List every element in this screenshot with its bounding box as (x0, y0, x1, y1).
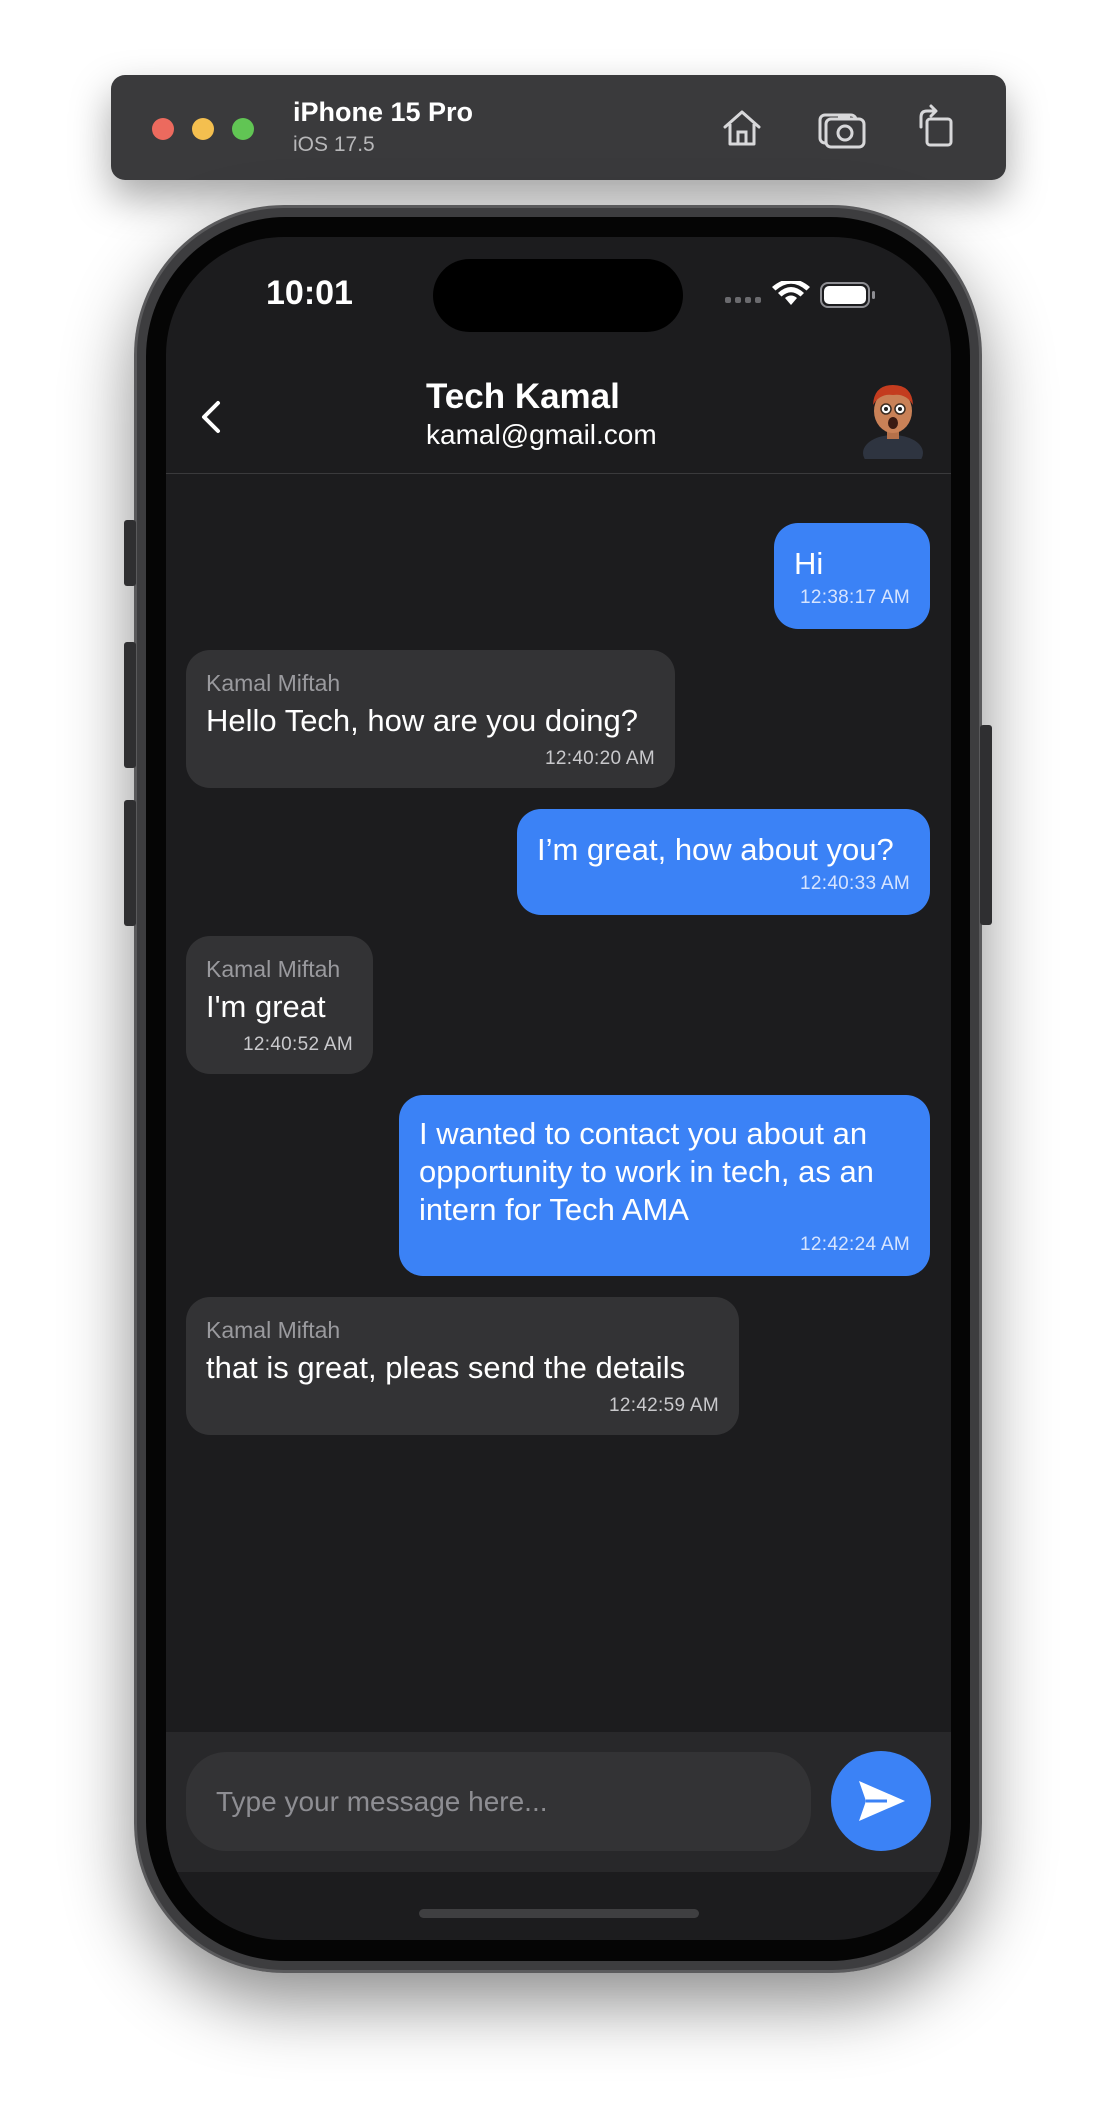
status-time: 10:01 (266, 274, 353, 312)
phone-screen: 10:01 Tech Kamal kamal@gmail.com Hi 12:3… (166, 237, 951, 1940)
device-name: iPhone 15 Pro (293, 97, 474, 127)
volume-up-button (124, 642, 136, 768)
status-icons (725, 279, 885, 311)
dynamic-island (433, 259, 683, 332)
message-sender: Kamal Miftah (206, 1317, 341, 1343)
chevron-left-icon[interactable] (194, 397, 230, 437)
message-text: Hello Tech, how are you doing? (206, 703, 638, 738)
message-time: 12:42:59 AM (609, 1395, 719, 1416)
chat-header: Tech Kamal kamal@gmail.com (166, 357, 951, 474)
message-text: Hi (794, 546, 824, 581)
message-text: I’m great, how about you? (537, 832, 894, 867)
message-time: 12:40:20 AM (545, 748, 655, 769)
message-text: I wanted to contact you about an opportu… (419, 1116, 874, 1227)
message-sender: Kamal Miftah (206, 670, 341, 696)
message-bubble-outgoing[interactable]: I’m great, how about you? 12:40:33 AM (517, 809, 930, 915)
contact-email: kamal@gmail.com (426, 419, 657, 450)
screenshot-icon[interactable] (814, 101, 868, 155)
composer-bar (166, 1732, 951, 1872)
os-version: iOS 17.5 (293, 133, 375, 156)
message-bubble-incoming[interactable]: Kamal Miftah that is great, pleas send t… (186, 1297, 739, 1435)
message-bubble-incoming[interactable]: Kamal Miftah Hello Tech, how are you doi… (186, 650, 675, 788)
home-icon[interactable] (715, 101, 769, 155)
message-bubble-incoming[interactable]: Kamal Miftah I'm great 12:40:52 AM (186, 936, 373, 1074)
contact-name: Tech Kamal (426, 377, 620, 416)
send-button[interactable] (831, 1751, 931, 1851)
close-window-button[interactable] (152, 118, 174, 140)
message-bubble-outgoing[interactable]: Hi 12:38:17 AM (774, 523, 930, 629)
message-input[interactable] (186, 1752, 811, 1851)
message-time: 12:40:33 AM (800, 873, 910, 894)
message-text: that is great, pleas send the details (206, 1350, 686, 1385)
message-time: 12:38:17 AM (800, 587, 910, 608)
send-icon (859, 1781, 905, 1821)
rotate-icon[interactable] (911, 101, 965, 155)
home-indicator (419, 1909, 699, 1918)
message-time: 12:42:24 AM (800, 1234, 910, 1255)
signal-icon (725, 297, 761, 303)
message-bubble-outgoing[interactable]: I wanted to contact you about an opportu… (399, 1095, 930, 1276)
minimize-window-button[interactable] (192, 118, 214, 140)
volume-down-button (124, 800, 136, 926)
zoom-window-button[interactable] (232, 118, 254, 140)
avatar-icon[interactable] (858, 379, 928, 471)
message-time: 12:40:52 AM (243, 1034, 353, 1055)
battery-icon (820, 282, 875, 308)
power-button (980, 725, 992, 925)
action-button (124, 520, 136, 586)
message-text: I'm great (206, 989, 326, 1024)
message-sender: Kamal Miftah (206, 956, 341, 982)
simulator-toolbar: iPhone 15 Pro iOS 17.5 (111, 75, 1006, 180)
wifi-icon (772, 279, 810, 305)
